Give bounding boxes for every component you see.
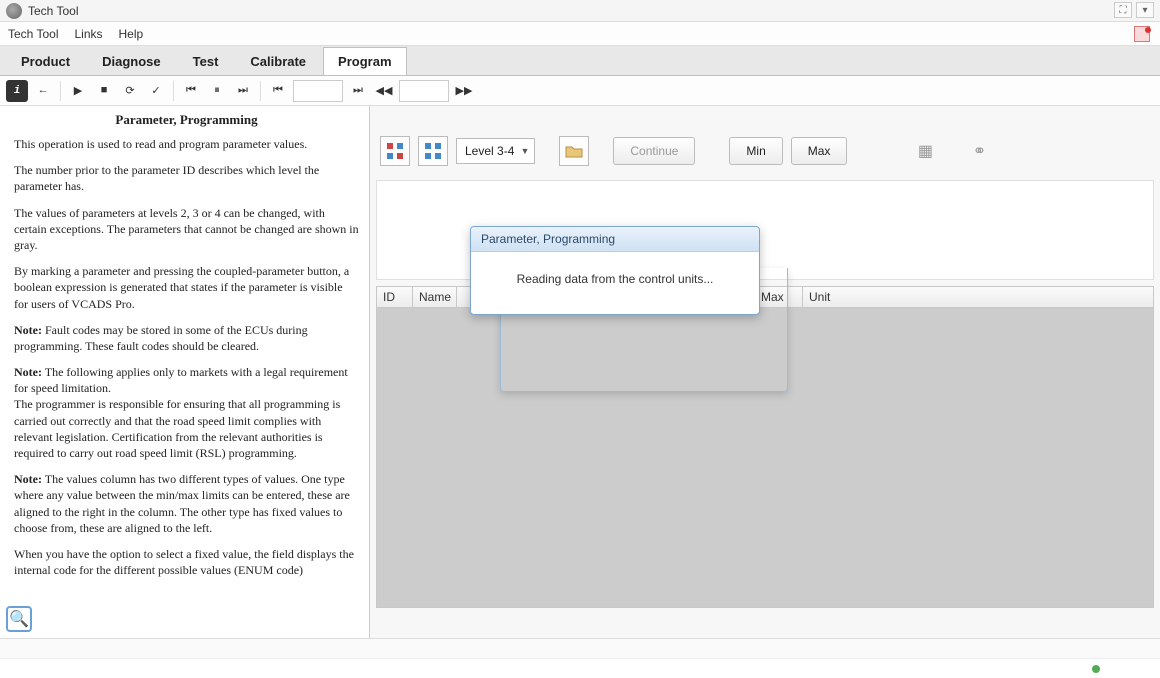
continue-button[interactable]: Continue [613,137,695,165]
pause-step-icon[interactable]: ⏸ [206,80,228,102]
menu-links[interactable]: Links [74,27,102,41]
tab-test[interactable]: Test [178,47,234,75]
work-toolbar: Level 3-4 Continue Min Max ▦ ⚭ [370,106,1160,176]
info-para-1: This operation is used to read and progr… [14,136,359,152]
group-expand-icon[interactable] [418,136,448,166]
stop-icon[interactable]: ■ [93,80,115,102]
status-bar [0,638,1160,658]
rewind-icon[interactable]: ◀◀ [373,80,395,102]
tab-diagnose[interactable]: Diagnose [87,47,176,75]
main-content: Parameter, Programming This operation is… [0,106,1160,638]
position-field-2[interactable] [399,80,449,102]
menu-techtool[interactable]: Tech Tool [8,27,58,41]
window-titlebar: Tech Tool ⛶ ▾ [0,0,1160,22]
work-panel: Level 3-4 Continue Min Max ▦ ⚭ ID Name M… [370,106,1160,638]
max-button[interactable]: Max [791,137,848,165]
check-icon[interactable]: ✓ [145,80,167,102]
col-name[interactable]: Name [413,287,457,307]
info-note-2: Note: The following applies only to mark… [14,364,359,461]
dialog-message: Reading data from the control units... [471,252,759,314]
col-unit[interactable]: Unit [803,287,1153,307]
position-field-1[interactable] [293,80,343,102]
magnifier-icon[interactable]: 🔍 [6,606,32,632]
connection-indicator-icon [1092,665,1100,673]
dialog-title: Parameter, Programming [471,227,759,252]
step-forward-icon[interactable]: ⏭ [232,80,254,102]
panel-heading: Parameter, Programming [14,112,359,128]
notification-icon[interactable] [1134,26,1150,42]
main-tabs: Product Diagnose Test Calibrate Program [0,46,1160,76]
info-icon[interactable]: i [6,80,28,102]
tab-product[interactable]: Product [6,47,85,75]
group-collapse-icon[interactable] [380,136,410,166]
window-restore-icon[interactable]: ⛶ [1114,2,1132,18]
info-note-3: Note: The values column has two differen… [14,471,359,536]
next-icon[interactable]: ⏭ [347,80,369,102]
refresh-icon[interactable]: ⟳ [119,80,141,102]
play-icon[interactable]: ▶ [67,80,89,102]
playback-toolbar: i ← ▶ ■ ⟳ ✓ ⏮ ⏸ ⏭ ⏮ ⏭ ◀◀ ▶▶ [0,76,1160,106]
info-note-1: Note: Fault codes may be stored in some … [14,322,359,354]
open-folder-icon[interactable] [559,136,589,166]
app-icon [6,3,22,19]
link-icon[interactable]: ⚭ [967,139,991,163]
info-para-3: The values of parameters at levels 2, 3 … [14,205,359,254]
level-select-value: Level 3-4 [465,144,514,158]
tab-program[interactable]: Program [323,47,406,75]
fastforward-icon[interactable]: ▶▶ [453,80,475,102]
back-arrow-icon[interactable]: ← [32,80,54,102]
info-para-5: When you have the option to select a fix… [14,546,359,578]
col-id[interactable]: ID [377,287,413,307]
first-icon[interactable]: ⏮ [267,80,289,102]
info-para-2: The number prior to the parameter ID des… [14,162,359,194]
info-panel: Parameter, Programming This operation is… [0,106,370,638]
tab-calibrate[interactable]: Calibrate [235,47,321,75]
progress-dialog: Parameter, Programming Reading data from… [470,226,760,315]
footer-bar [0,658,1160,678]
menu-help[interactable]: Help [119,27,144,41]
level-select[interactable]: Level 3-4 [456,138,535,164]
step-back-icon[interactable]: ⏮ [180,80,202,102]
window-title: Tech Tool [28,4,78,18]
window-dropdown-icon[interactable]: ▾ [1136,2,1154,18]
min-button[interactable]: Min [729,137,782,165]
info-para-4: By marking a parameter and pressing the … [14,263,359,312]
menu-bar: Tech Tool Links Help [0,22,1160,46]
grid-icon[interactable]: ▦ [913,139,937,163]
